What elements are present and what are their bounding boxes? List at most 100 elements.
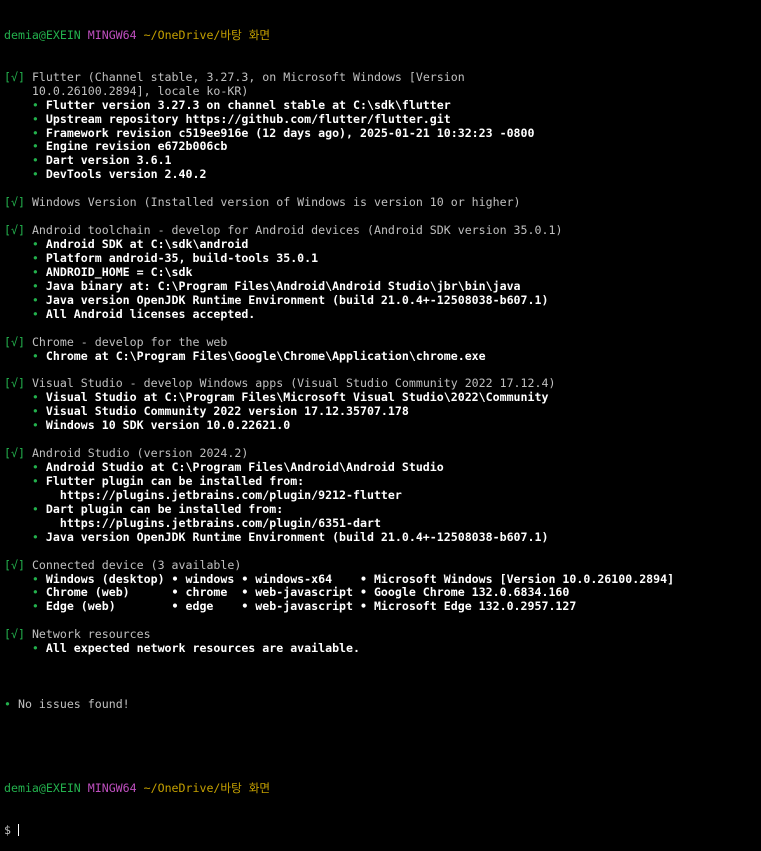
prompt-shell: MINGW64 (87, 780, 137, 795)
section-item: • Visual Studio Community 2022 version 1… (4, 404, 761, 419)
bullet-icon: • (31, 306, 39, 321)
input-line[interactable]: $ (4, 823, 761, 838)
section-header-line: [√] Android toolchain - develop for Andr… (4, 223, 761, 238)
bullet-icon: • (31, 97, 39, 112)
check-mark-icon: [√] (4, 223, 25, 238)
summary-text: No issues found! (17, 696, 130, 711)
bullet-icon: • (31, 264, 39, 279)
bullet-icon: • (31, 585, 39, 600)
section-item: • Java version OpenJDK Runtime Environme… (4, 292, 761, 308)
prompt-user-host: demia@EXEIN (4, 27, 81, 42)
terminal-window[interactable]: demia@EXEIN MINGW64 ~/OneDrive/바탕 화면 [√]… (0, 0, 761, 851)
check-mark-icon: [√] (4, 195, 25, 210)
prompt-path: ~/OneDrive/바탕 화면 (143, 780, 271, 795)
section-item: • All Android licenses accepted. (4, 306, 761, 322)
section-title: Android toolchain - develop for Android … (31, 223, 563, 238)
item-text: Android SDK at C:\sdk\android (45, 237, 249, 251)
prompt-user-host: demia@EXEIN (4, 780, 81, 795)
check-mark-icon: [√] (4, 376, 25, 391)
section-item: • Android Studio at C:\Program Files\And… (4, 460, 761, 475)
section-item: • All expected network resources are ava… (4, 641, 761, 656)
section-item: • Flutter plugin can be installed from: (4, 473, 761, 489)
item-text: Windows 10 SDK version 10.0.22621.0 (45, 418, 291, 433)
section-header-line: 10.0.26100.2894], locale ko-KR) (4, 83, 761, 99)
section-item: https://plugins.jetbrains.com/plugin/921… (4, 488, 761, 503)
text-cursor[interactable] (17, 823, 19, 836)
bullet-icon: • (31, 278, 39, 293)
section-item: • Framework revision c519ee916e (12 days… (4, 125, 761, 141)
bullet-icon: • (31, 418, 39, 433)
item-text: https://plugins.jetbrains.com/plugin/635… (45, 515, 381, 530)
section-item: • Chrome at C:\Program Files\Google\Chro… (4, 348, 761, 364)
item-text: Visual Studio at C:\Program Files\Micros… (45, 390, 549, 405)
section-item: • Platform android-35, build-tools 35.0.… (4, 250, 761, 266)
section-title: Connected device (3 available) (31, 557, 242, 572)
section-item: https://plugins.jetbrains.com/plugin/635… (4, 515, 761, 531)
bullet-icon: • (31, 473, 39, 488)
doctor-output: [√] Flutter (Channel stable, 3.27.3, on … (4, 69, 761, 670)
item-text: Dart version 3.6.1 (45, 153, 172, 168)
item-text: Edge (web) • edge • web-javascript • Mic… (45, 599, 577, 614)
item-text: Framework revision c519ee916e (12 days a… (45, 125, 535, 140)
section-title: 10.0.26100.2894], locale ko-KR) (31, 83, 249, 98)
bullet-icon: • (31, 139, 39, 154)
bullet-icon: • (31, 292, 39, 307)
item-text: DevTools version 2.40.2 (45, 167, 207, 182)
prompt-line-bottom: demia@EXEIN MINGW64 ~/OneDrive/바탕 화면 (4, 780, 761, 796)
section-item: • Windows (desktop) • windows • windows-… (4, 571, 761, 587)
bullet-icon: • (31, 641, 39, 656)
section-item: • Visual Studio at C:\Program Files\Micr… (4, 390, 761, 405)
item-text: Android Studio at C:\Program Files\Andro… (45, 460, 444, 474)
prompt-line-top: demia@EXEIN MINGW64 ~/OneDrive/바탕 화면 (4, 27, 761, 43)
check-mark-icon: [√] (4, 557, 25, 572)
bullet-icon: • (31, 571, 39, 586)
section-title: Network resources (31, 627, 151, 642)
bullet-icon: • (31, 390, 39, 405)
section-item: • Dart plugin can be installed from: (4, 501, 761, 517)
item-text: Upstream repository https://github.com/f… (45, 111, 451, 126)
prompt-path: ~/OneDrive/바탕 화면 (143, 27, 271, 42)
item-text: Flutter plugin can be installed from: (45, 473, 305, 488)
section-item: • Android SDK at C:\sdk\android (4, 237, 761, 252)
bullet-icon: • (31, 111, 39, 126)
section-title: Chrome - develop for the web (31, 334, 228, 349)
bullet-icon: • (31, 348, 39, 363)
item-text: Chrome at C:\Program Files\Google\Chrome… (45, 348, 486, 363)
section-item: • Chrome (web) • chrome • web-javascript… (4, 585, 761, 600)
section-header-line: [√] Visual Studio - develop Windows apps… (4, 376, 761, 391)
section-header-line: [√] Flutter (Channel stable, 3.27.3, on … (4, 69, 761, 85)
section-item: • Edge (web) • edge • web-javascript • M… (4, 599, 761, 614)
bullet-icon: • (31, 167, 39, 182)
section-title: Windows Version (Installed version of Wi… (31, 195, 521, 210)
item-text: ANDROID_HOME = C:\sdk (45, 264, 193, 279)
section-header-line: [√] Android Studio (version 2024.2) (4, 446, 761, 461)
section-item: • Engine revision e672b006cb (4, 139, 761, 154)
bullet-icon: • (31, 250, 39, 265)
section-title: Android Studio (version 2024.2) (31, 446, 249, 461)
section-item: • Java version OpenJDK Runtime Environme… (4, 529, 761, 545)
section-title: Flutter (Channel stable, 3.27.3, on Micr… (31, 69, 465, 84)
bullet-icon: • (31, 529, 39, 544)
bullet-icon: • (31, 501, 39, 516)
item-text: Visual Studio Community 2022 version 17.… (45, 404, 409, 419)
item-text: Flutter version 3.27.3 on channel stable… (45, 97, 451, 112)
item-text: Platform android-35, build-tools 35.0.1 (45, 250, 319, 265)
section-header-line: [√] Connected device (3 available) (4, 557, 761, 573)
item-text: Chrome (web) • chrome • web-javascript •… (45, 585, 570, 600)
bullet-icon: • (31, 153, 39, 168)
item-text: All expected network resources are avail… (45, 641, 360, 656)
section-header-line: [√] Chrome - develop for the web (4, 334, 761, 350)
prompt-shell: MINGW64 (87, 27, 137, 42)
summary-line: • No issues found! (4, 696, 761, 712)
bullet-icon: • (31, 460, 39, 474)
bullet-icon: • (31, 125, 39, 140)
